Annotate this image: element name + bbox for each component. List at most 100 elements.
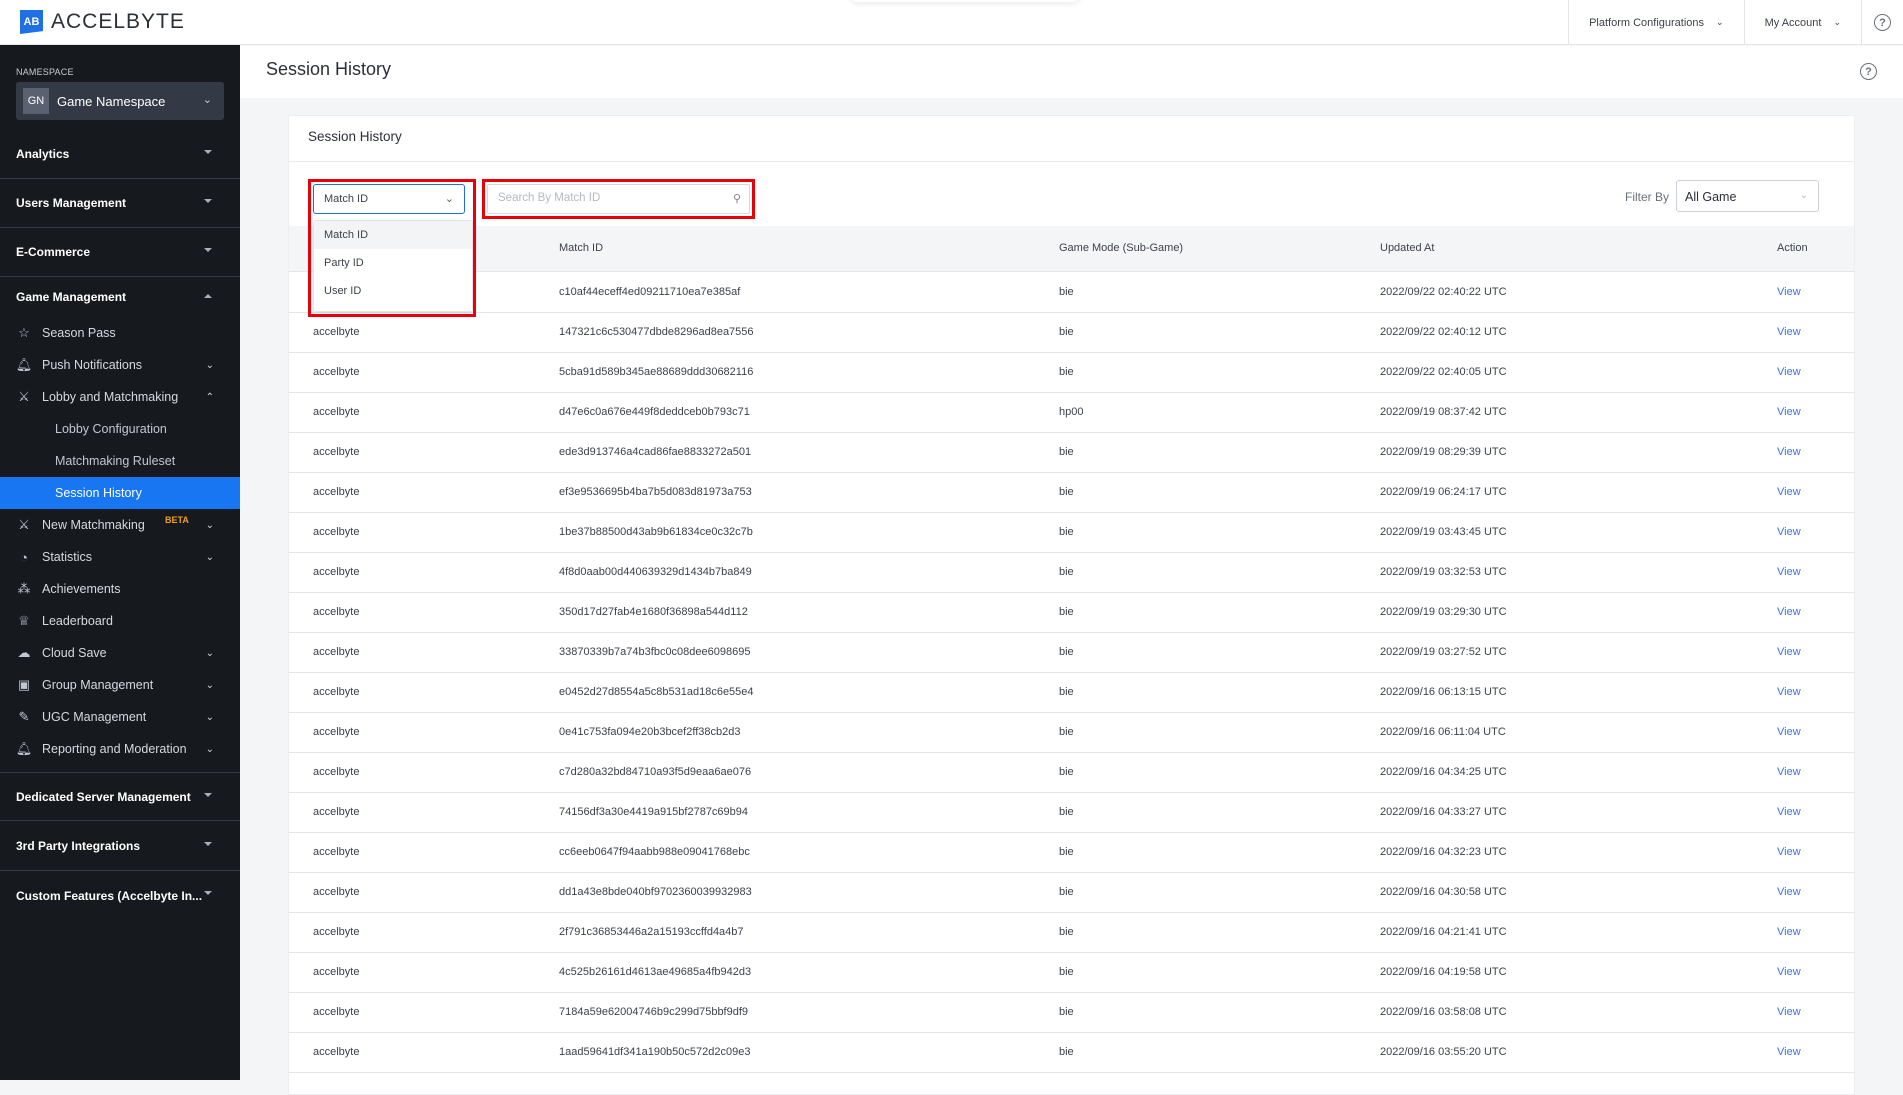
sidebar-item-new-matchmaking[interactable]: ⚔︎ New Matchmaking BETA ⌄ — [0, 509, 240, 541]
cell-updated-at: 2022/09/22 02:40:05 UTC — [1380, 366, 1507, 378]
sidebar-section-ecommerce[interactable]: E-Commerce — [0, 228, 240, 277]
view-link[interactable]: View — [1777, 526, 1801, 538]
table-row: accelbyte 2f791c36853446a2a15193ccffd4a4b… — [289, 913, 1854, 953]
search-icon[interactable]: ⚲ — [733, 192, 741, 205]
view-link[interactable]: View — [1777, 446, 1801, 458]
cell-updated-at: 2022/09/22 02:40:12 UTC — [1380, 326, 1507, 338]
section-title: Analytics — [16, 147, 70, 161]
cell-namespace: accelbyte — [313, 966, 360, 978]
view-link[interactable]: View — [1777, 886, 1801, 898]
sidebar-item-label: Leaderboard — [42, 614, 113, 628]
namespace-name: Game Namespace — [57, 93, 166, 109]
cloud-upload-icon: ☁ — [17, 645, 31, 660]
page-help-button[interactable]: ? — [1860, 63, 1877, 80]
view-link[interactable]: View — [1777, 1006, 1801, 1018]
beta-badge: BETA — [165, 515, 189, 525]
view-link[interactable]: View — [1777, 766, 1801, 778]
edit-icon: ✎ — [18, 709, 30, 724]
sidebar-item-leaderboard[interactable]: ♕ Leaderboard — [0, 605, 240, 637]
cell-game-mode: bie — [1059, 526, 1074, 538]
cell-updated-at: 2022/09/19 03:32:53 UTC — [1380, 566, 1507, 578]
view-link[interactable]: View — [1777, 646, 1801, 658]
sidebar-section-3rd-party-integrations[interactable]: 3rd Party Integrations — [0, 822, 240, 871]
sidebar-item-achievements[interactable]: ⁂ Achievements — [0, 573, 240, 605]
view-link[interactable]: View — [1777, 566, 1801, 578]
chevron-down-icon: ⌄ — [205, 359, 214, 371]
section-title: Custom Features (Accelbyte In... — [16, 888, 203, 903]
sidebar-item-statistics[interactable]: ◔ Statistics ⌄ — [0, 541, 240, 573]
search-field: ⚲ — [487, 184, 750, 214]
caret-up-icon — [204, 294, 212, 298]
cell-match-id: 147321c6c530477dbde8296ad8ea7556 — [559, 326, 754, 338]
view-link[interactable]: View — [1777, 686, 1801, 698]
view-link[interactable]: View — [1777, 806, 1801, 818]
search-input[interactable] — [498, 192, 718, 204]
help-button[interactable]: ? — [1861, 0, 1903, 45]
platform-configurations-menu[interactable]: Platform Configurations ⌄ — [1568, 0, 1744, 45]
table-row: accelbyte 1be37b88500d43ab9b61834ce0c32c7… — [289, 513, 1854, 553]
dropdown-option-party-id[interactable]: Party ID — [314, 249, 472, 277]
cell-match-id: 33870339b7a74b3fbc0c08dee6098695 — [559, 646, 751, 658]
accelbyte-logo-icon: AB — [20, 10, 43, 34]
sidebar-section-custom-features[interactable]: Custom Features (Accelbyte In... — [0, 871, 240, 920]
my-account-menu[interactable]: My Account ⌄ — [1743, 0, 1861, 45]
view-link[interactable]: View — [1777, 726, 1801, 738]
cell-game-mode: bie — [1059, 1046, 1074, 1058]
sidebar-item-group-management[interactable]: ▣ Group Management ⌄ — [0, 669, 240, 701]
view-link[interactable]: View — [1777, 486, 1801, 498]
view-link[interactable]: View — [1777, 286, 1801, 298]
cell-match-id: 1aad59641df341a190b50c572d2c09e3 — [559, 1046, 751, 1058]
sidebar-section-users-management[interactable]: Users Management — [0, 179, 240, 228]
namespace-label: NAMESPACE — [16, 67, 74, 77]
sidebar-item-lobby-configuration[interactable]: Lobby Configuration — [0, 413, 240, 445]
dropdown-option-user-id[interactable]: User ID — [314, 277, 472, 305]
sidebar-item-label: Lobby Configuration — [55, 422, 167, 436]
sidebar: NAMESPACE GN Game Namespace ⌄ Analytics … — [0, 45, 240, 1080]
help-circle-icon: ? — [1860, 63, 1877, 80]
sidebar-section-analytics[interactable]: Analytics — [0, 130, 240, 179]
view-link[interactable]: View — [1777, 406, 1801, 418]
chevron-down-icon: ⌄ — [205, 647, 214, 659]
sidebar-item-session-history[interactable]: Session History — [0, 477, 240, 509]
cell-namespace: accelbyte — [313, 326, 360, 338]
cell-updated-at: 2022/09/16 04:32:23 UTC — [1380, 846, 1507, 858]
view-link[interactable]: View — [1777, 926, 1801, 938]
sidebar-section-dedicated-server-management[interactable]: Dedicated Server Management — [0, 772, 240, 821]
cell-game-mode: bie — [1059, 646, 1074, 658]
caret-down-icon — [204, 842, 212, 846]
cell-game-mode: bie — [1059, 846, 1074, 858]
top-bar: AB ACCELBYTE Platform Configurations ⌄ M… — [0, 0, 1903, 45]
namespace-selector[interactable]: GN Game Namespace ⌄ — [16, 82, 224, 120]
view-link[interactable]: View — [1777, 846, 1801, 858]
view-link[interactable]: View — [1777, 1046, 1801, 1058]
cell-game-mode: bie — [1059, 966, 1074, 978]
search-type-select[interactable]: Match ID ⌄ — [313, 184, 465, 214]
sidebar-item-label: Push Notifications — [42, 358, 143, 372]
view-link[interactable]: View — [1777, 326, 1801, 338]
cell-game-mode: bie — [1059, 1006, 1074, 1018]
table-row: accelbyte d47e6c0a676e449f8deddceb0b793c7… — [289, 393, 1854, 433]
table-row: accelbytec10af44eceff4ed09211710ea7e385a… — [289, 273, 1854, 313]
sidebar-item-push-notifications[interactable]: 🔔︎ Push Notifications ⌄ — [0, 349, 240, 381]
view-link[interactable]: View — [1777, 606, 1801, 618]
session-history-card: Session History Match ID ⌄ Match ID Part… — [288, 115, 1855, 1095]
cell-updated-at: 2022/09/19 08:37:42 UTC — [1380, 406, 1507, 418]
cell-namespace: accelbyte — [313, 766, 360, 778]
view-link[interactable]: View — [1777, 366, 1801, 378]
chevron-down-icon: ⌄ — [202, 94, 212, 106]
cell-updated-at: 2022/09/16 04:33:27 UTC — [1380, 806, 1507, 818]
dropdown-option-match-id[interactable]: Match ID — [314, 221, 472, 249]
sidebar-item-lobby-and-matchmaking[interactable]: ⚔︎ Lobby and Matchmaking ⌃ — [0, 381, 240, 413]
cell-namespace: accelbyte — [313, 886, 360, 898]
sidebar-item-matchmaking-ruleset[interactable]: Matchmaking Ruleset — [0, 445, 240, 477]
sidebar-section-game-management[interactable]: Game Management — [0, 277, 240, 317]
sidebar-item-cloud-save[interactable]: ☁ Cloud Save ⌄ — [0, 637, 240, 669]
sidebar-item-ugc-management[interactable]: ✎ UGC Management ⌄ — [0, 701, 240, 733]
sidebar-item-reporting-and-moderation[interactable]: 🔔︎ Reporting and Moderation ⌄ — [0, 733, 240, 765]
sidebar-item-season-pass[interactable]: ☆ Season Pass — [0, 317, 240, 349]
sidebar-item-label: Matchmaking Ruleset — [55, 454, 176, 468]
page-title: Session History — [266, 59, 392, 79]
game-filter-select[interactable]: All Game ⌄ — [1676, 180, 1819, 212]
view-link[interactable]: View — [1777, 966, 1801, 978]
brand-logo[interactable]: AB ACCELBYTE — [20, 10, 185, 34]
